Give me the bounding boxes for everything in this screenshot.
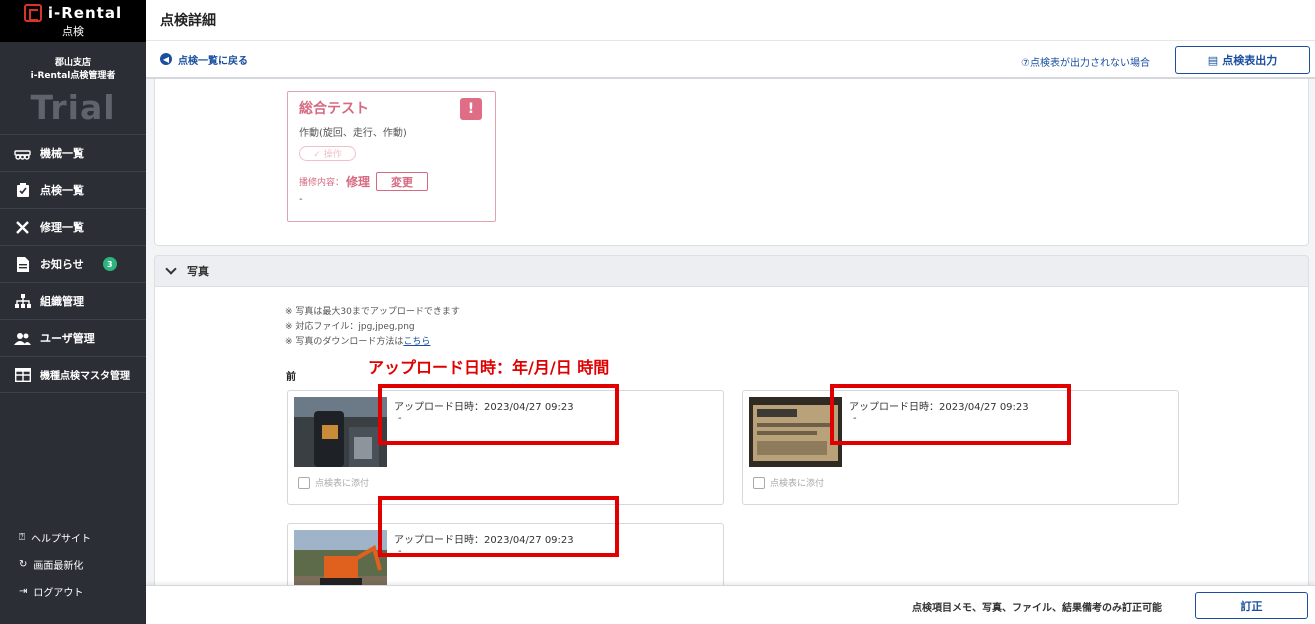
attach-to-sheet-checkbox[interactable]: 点検表に添付	[753, 476, 824, 489]
inspection-items-card: 総合テスト ! 作動(旋回、走行、作動) ✓ 操作 播修内容： 修理 変更 -	[154, 79, 1309, 246]
page-title: 点検詳細	[160, 13, 216, 29]
correct-button[interactable]: 訂正	[1195, 592, 1308, 619]
sidebar-item-label: 組織管理	[40, 295, 84, 308]
upload-notes: ※ 写真は最大30までアップロードできます ※ 対応ファイル：jpg,jpeg,…	[285, 307, 460, 347]
sidebar-item-repairs[interactable]: 修理一覧	[0, 208, 146, 245]
document-icon	[14, 256, 31, 272]
brand-name: i-Rental	[47, 3, 123, 22]
attach-to-sheet-checkbox[interactable]: 点検表に添付	[298, 476, 369, 489]
highlight-box	[830, 384, 1071, 445]
page-header: 点検詳細	[146, 0, 1315, 41]
back-link-label: 点検一覧に戻る	[178, 55, 248, 67]
status-pill: ✓ 操作	[299, 146, 356, 161]
checkbox[interactable]	[753, 476, 765, 489]
highlight-box	[378, 496, 619, 557]
repair-row: 播修内容： 修理 変更	[299, 172, 429, 191]
org-info: 郡山支店 i-Rental点検管理者	[0, 42, 146, 83]
arrow-left-icon: ◀	[160, 53, 172, 65]
alert-icon: !	[460, 98, 482, 120]
logout-icon: ⇥	[19, 586, 28, 597]
sidebar: i-Rental 点検 郡山支店 i-Rental点検管理者 Trial 機械一…	[0, 0, 146, 624]
clipboard-check-icon	[14, 182, 31, 198]
refresh-icon: ↻	[19, 559, 28, 570]
logout-link[interactable]: ⇥ ログアウト	[0, 578, 146, 605]
org-chart-icon	[14, 293, 31, 309]
users-icon	[14, 331, 31, 346]
sidebar-item-label: 機械一覧	[40, 147, 84, 160]
help-circle-icon: ⍰	[19, 532, 25, 543]
notification-count-badge: 3	[102, 257, 117, 271]
checkbox[interactable]	[298, 476, 310, 489]
photos-section-header[interactable]: 写真	[154, 255, 1309, 287]
sidebar-item-model-master[interactable]: 機種点検マスタ管理	[0, 356, 146, 393]
inspection-item-card: 総合テスト ! 作動(旋回、走行、作動) ✓ 操作 播修内容： 修理 変更 -	[287, 91, 496, 222]
sidebar-item-inspections[interactable]: 点検一覧	[0, 171, 146, 208]
sidebar-item-users[interactable]: ユーザ管理	[0, 319, 146, 356]
branch-name: 郡山支店	[54, 58, 91, 68]
sidebar-item-label: 機種点検マスタ管理	[40, 371, 130, 382]
sidebar-item-machines[interactable]: 機械一覧	[0, 134, 146, 171]
photo-thumbnail[interactable]	[294, 397, 387, 467]
document-icon: ▤	[1207, 53, 1219, 67]
brand-subtitle: 点検	[62, 24, 84, 38]
highlight-box	[378, 384, 619, 445]
machine-icon	[14, 146, 31, 161]
sidebar-item-label: お知らせ	[40, 258, 84, 271]
user-role: i-Rental点検管理者	[30, 71, 116, 81]
photo-thumbnail[interactable]	[294, 530, 387, 585]
inspection-item-note: -	[299, 194, 303, 205]
tools-icon	[14, 220, 31, 235]
main-content[interactable]: 総合テスト ! 作動(旋回、走行、作動) ✓ 操作 播修内容： 修理 変更 - …	[146, 79, 1315, 585]
inspection-item-title: 総合テスト	[299, 101, 369, 117]
footer-bar: 点検項目メモ、写真、ファイル、結果備考のみ訂正可能 訂正	[146, 585, 1315, 624]
photo-thumbnail[interactable]	[749, 397, 842, 467]
sidebar-item-label: 修理一覧	[40, 221, 84, 234]
sidebar-nav: 機械一覧 点検一覧 修理一覧 お知らせ 3 組織管理 ユーザ管理 機種点検マスタ…	[0, 134, 146, 393]
plan-label: Trial	[30, 88, 116, 127]
refresh-link[interactable]: ↻ 画面最新化	[0, 551, 146, 578]
inspection-item-description: 作動(旋回、走行、作動)	[299, 128, 407, 139]
export-sheet-button[interactable]: ▤ 点検表出力	[1175, 46, 1310, 74]
brand-header[interactable]: i-Rental 点検	[0, 0, 146, 42]
sidebar-item-notices[interactable]: お知らせ 3	[0, 245, 146, 282]
help-site-link[interactable]: ⍰ ヘルプサイト	[0, 524, 146, 551]
table-grid-icon	[14, 367, 31, 382]
sidebar-item-label: ユーザ管理	[40, 332, 95, 345]
sidebar-item-organization[interactable]: 組織管理	[0, 282, 146, 319]
chevron-down-icon	[165, 263, 177, 275]
sidebar-item-label: 点検一覧	[40, 184, 84, 197]
section-title: 写真	[187, 265, 209, 278]
export-button-label: 点検表出力	[1222, 54, 1278, 67]
download-howto-link[interactable]: こちら	[403, 337, 430, 347]
back-to-list-link[interactable]: ◀ 点検一覧に戻る	[160, 52, 248, 67]
sidebar-bottom-links: ⍰ ヘルプサイト ↻ 画面最新化 ⇥ ログアウト	[0, 524, 146, 605]
change-button[interactable]: 変更	[376, 172, 429, 191]
annotation-text: アップロード日時：年/月/日 時間	[368, 358, 610, 377]
before-group-label: 前	[286, 372, 296, 383]
output-help-link[interactable]: ⑦点検表が出力されない場合	[1021, 54, 1150, 69]
app-logo-icon	[23, 3, 42, 22]
edit-note: 点検項目メモ、写真、ファイル、結果備考のみ訂正可能	[912, 603, 1162, 614]
action-bar: ◀ 点検一覧に戻る ⑦点検表が出力されない場合 ▤ 点検表出力	[146, 41, 1315, 79]
repair-value: 修理	[346, 175, 371, 189]
photos-section: ※ 写真は最大30までアップロードできます ※ 対応ファイル：jpg,jpeg,…	[154, 287, 1309, 585]
repair-label: 播修内容：	[299, 178, 345, 188]
